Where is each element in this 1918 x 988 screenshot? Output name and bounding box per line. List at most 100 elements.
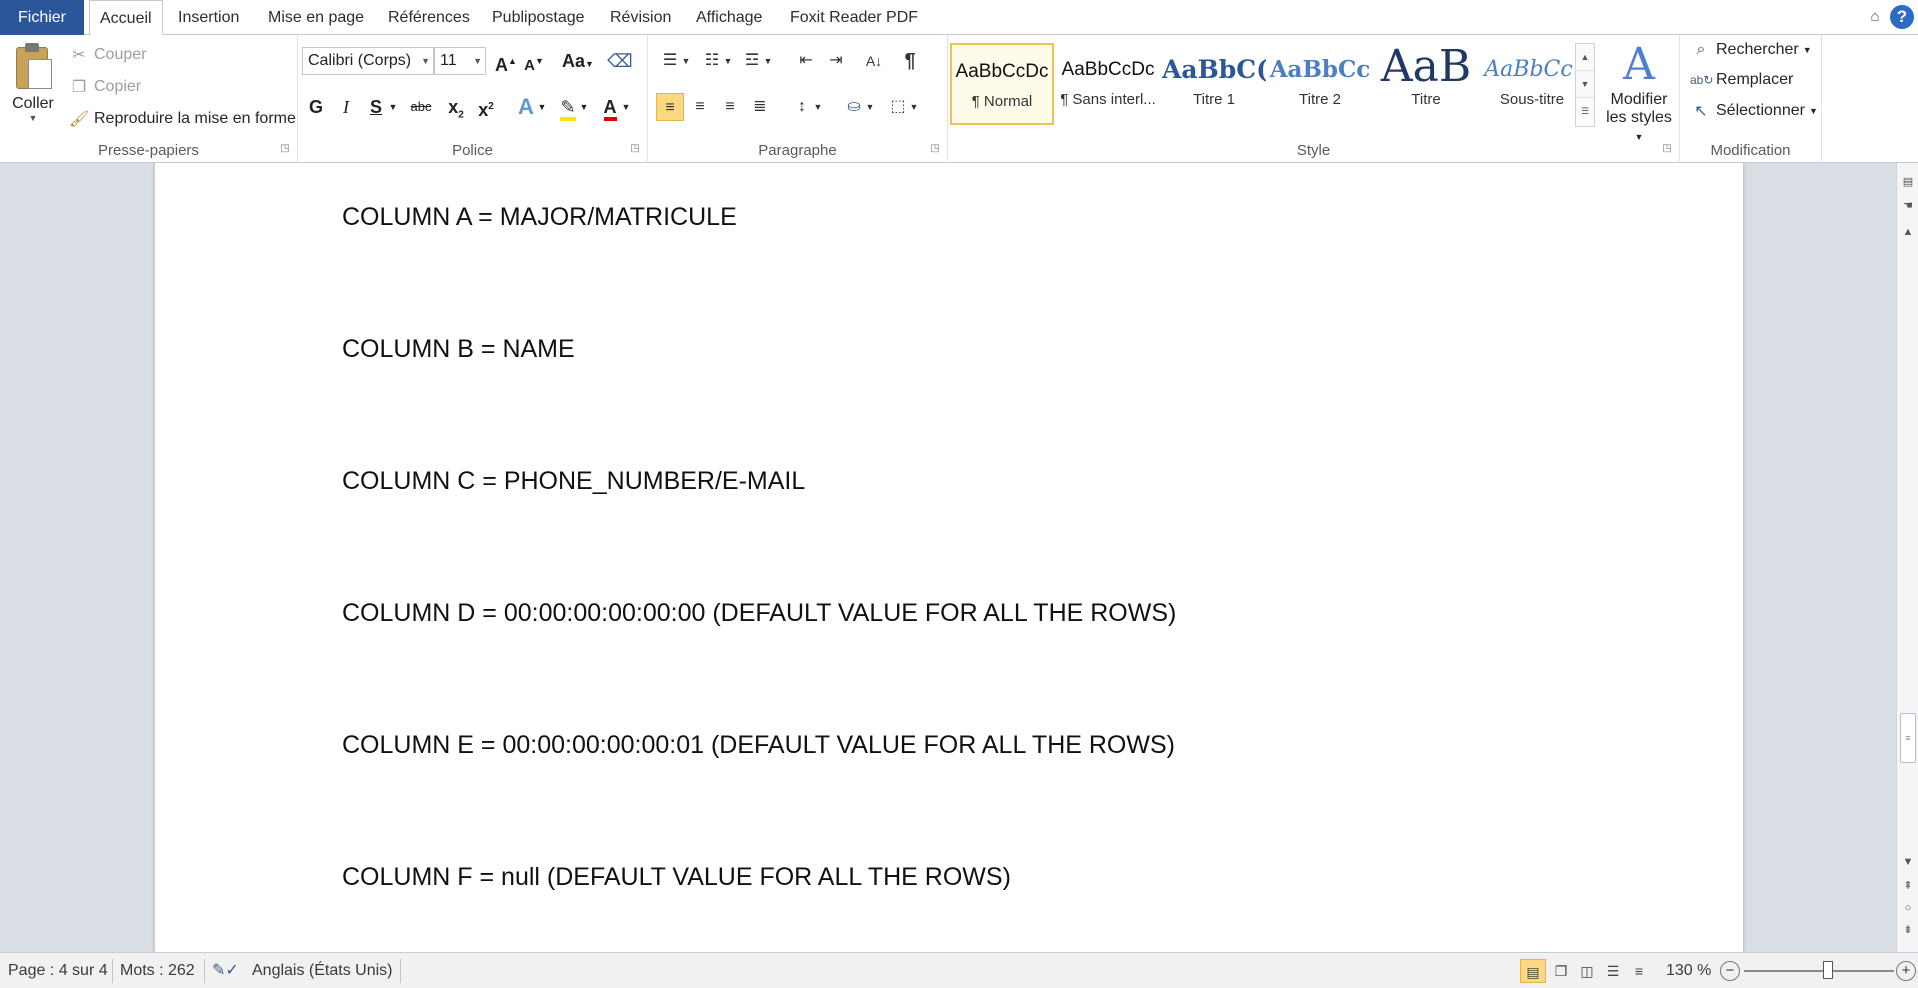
paragraph-column-f[interactable]: COLUMN F = null (DEFAULT VALUE FOR ALL T… <box>342 863 1011 892</box>
view-ruler-icon[interactable]: ▤ <box>1899 173 1917 191</box>
zoom-out-icon[interactable]: − <box>1720 961 1740 981</box>
print-layout-view-icon[interactable]: ▤ <box>1520 959 1546 983</box>
tab-home[interactable]: Accueil <box>89 0 163 36</box>
document-page[interactable]: COLUMN A = MAJOR/MATRICULE COLUMN B = NA… <box>154 163 1744 952</box>
word-counter[interactable]: Mots : 262 <box>114 953 201 988</box>
draft-view-icon[interactable]: ≡ <box>1626 959 1652 983</box>
change-case-button[interactable]: Aa▼ <box>560 47 596 75</box>
chevron-down-icon[interactable]: ▼ <box>386 93 400 121</box>
chevron-down-icon: ▼ <box>28 113 38 123</box>
select-button[interactable]: ↖ Sélectionner ▼ <box>1690 101 1818 121</box>
full-screen-reading-icon[interactable]: ❐ <box>1548 959 1574 983</box>
next-page-icon[interactable]: ⇟ <box>1899 921 1917 939</box>
help-icon[interactable]: ? <box>1890 5 1914 29</box>
tab-references[interactable]: Références <box>378 0 480 35</box>
style-heading-2[interactable]: AaBbCc Titre 2 <box>1268 43 1372 125</box>
increase-indent-icon[interactable]: ⇥ <box>822 47 850 75</box>
chevron-down-icon[interactable]: ▼ <box>722 47 734 75</box>
paragraph-column-d[interactable]: COLUMN D = 00:00:00:00:00:00 (DEFAULT VA… <box>342 599 1176 628</box>
page-counter[interactable]: Page : 4 sur 4 <box>2 953 114 988</box>
bold-button[interactable]: G <box>302 93 330 121</box>
align-right-icon[interactable]: ≡ <box>716 93 744 121</box>
browse-object-icon[interactable]: ○ <box>1899 899 1917 917</box>
clear-formatting-icon[interactable]: ⌫ <box>606 47 634 75</box>
zoom-slider-thumb[interactable] <box>1823 961 1833 979</box>
chevron-down-icon[interactable]: ▼ <box>536 93 548 121</box>
style-heading-1[interactable]: AaBbC( Titre 1 <box>1162 43 1266 125</box>
chevron-down-icon[interactable]: ▼ <box>1576 71 1594 98</box>
format-painter-label: Reproduire la mise en forme <box>94 110 296 127</box>
zoom-in-icon[interactable]: + <box>1896 961 1916 981</box>
grow-font-button[interactable]: A▲ <box>492 47 520 75</box>
font-name-value: Calibri (Corps) <box>308 52 412 69</box>
scroll-down-icon[interactable]: ▼ <box>1899 853 1917 871</box>
expand-gallery-icon[interactable]: ☰ <box>1576 98 1594 125</box>
chevron-down-icon: ▼ <box>1808 106 1818 116</box>
tab-mailings[interactable]: Publipostage <box>482 0 595 35</box>
chevron-down-icon[interactable]: ▼ <box>908 93 920 121</box>
justify-icon[interactable]: ≣ <box>746 93 774 121</box>
zoom-slider[interactable] <box>1744 970 1894 972</box>
pilcrow-icon[interactable]: ¶ <box>896 47 924 75</box>
web-layout-icon[interactable]: ◫ <box>1574 959 1600 983</box>
paste-button[interactable]: Coller ▼ <box>8 41 58 133</box>
chevron-down-icon[interactable]: ▼ <box>620 93 632 121</box>
proofing-icon[interactable]: ✎✓ <box>206 953 245 988</box>
tab-file[interactable]: Fichier <box>0 0 84 35</box>
paragraph-column-b[interactable]: COLUMN B = NAME <box>342 335 575 364</box>
strikethrough-button[interactable]: abc <box>404 93 438 121</box>
scroll-thumb[interactable]: ≡ <box>1900 713 1916 763</box>
previous-page-icon[interactable]: ⇞ <box>1899 877 1917 895</box>
replace-icon: ab↻ <box>1690 73 1714 87</box>
modify-styles-button[interactable]: A Modifier les styles ▼ <box>1600 39 1678 145</box>
subscript-button[interactable]: x2 <box>442 93 470 121</box>
paragraph-column-e[interactable]: COLUMN E = 00:00:00:00:00:01 (DEFAULT VA… <box>342 731 1175 760</box>
style-title[interactable]: AaB Titre <box>1374 43 1478 125</box>
copy-button[interactable]: ❐ Copier <box>68 77 141 97</box>
chevron-down-icon[interactable]: ▼ <box>762 47 774 75</box>
replace-button[interactable]: ab↻ Remplacer <box>1690 71 1793 89</box>
tab-view[interactable]: Affichage <box>686 0 772 35</box>
format-painter-button[interactable]: 🖌 Reproduire la mise en forme <box>68 109 296 129</box>
dialog-launcher-icon[interactable]: ◳ <box>629 143 641 155</box>
paragraph-column-a[interactable]: COLUMN A = MAJOR/MATRICULE <box>342 203 737 232</box>
shrink-font-button[interactable]: A▼ <box>520 47 548 75</box>
align-center-icon[interactable]: ≡ <box>686 93 714 121</box>
outline-view-icon[interactable]: ☰ <box>1600 959 1626 983</box>
language-indicator[interactable]: Anglais (États Unis) <box>246 953 399 988</box>
hand-icon[interactable]: ☚ <box>1899 197 1917 215</box>
copy-label: Copier <box>94 78 142 95</box>
tab-page-layout[interactable]: Mise en page <box>258 0 374 35</box>
paintbrush-icon: 🖌 <box>68 111 90 128</box>
tab-foxit-reader-pdf[interactable]: Foxit Reader PDF <box>780 0 928 35</box>
paste-label: Coller <box>12 95 54 112</box>
minimize-ribbon-icon[interactable]: ⌂ <box>1866 8 1884 26</box>
zoom-level[interactable]: 130 % <box>1660 953 1717 988</box>
font-size-select[interactable]: 11 ▼ <box>434 47 486 75</box>
chevron-down-icon[interactable]: ▼ <box>864 93 876 121</box>
cut-button[interactable]: ✂ Couper <box>68 45 146 65</box>
scroll-up-icon[interactable]: ▲ <box>1899 223 1917 241</box>
style-subtitle[interactable]: AaBbCc. Sous-titre <box>1480 43 1584 125</box>
tab-review[interactable]: Révision <box>600 0 681 35</box>
decrease-indent-icon[interactable]: ⇤ <box>792 47 820 75</box>
font-name-select[interactable]: Calibri (Corps) ▼ <box>302 47 434 75</box>
dialog-launcher-icon[interactable]: ◳ <box>929 143 941 155</box>
style-gallery-scroll[interactable]: ▲ ▼ ☰ <box>1575 43 1595 127</box>
vertical-scrollbar[interactable]: ▤ ☚ ▲ ≡ ▼ ⇞ ○ ⇟ <box>1896 163 1918 952</box>
paragraph-column-c[interactable]: COLUMN C = PHONE_NUMBER/E-MAIL <box>342 467 805 496</box>
style-no-spacing[interactable]: AaBbCcDc ¶ Sans interl... <box>1056 43 1160 125</box>
sort-icon[interactable]: A↓ <box>860 47 888 75</box>
chevron-down-icon[interactable]: ▼ <box>812 93 824 121</box>
style-normal[interactable]: AaBbCcDc ¶ Normal <box>950 43 1054 125</box>
dialog-launcher-icon[interactable]: ◳ <box>1661 143 1673 155</box>
dialog-launcher-icon[interactable]: ◳ <box>279 143 291 155</box>
italic-button[interactable]: I <box>332 93 360 121</box>
align-left-icon[interactable]: ≡ <box>656 93 684 121</box>
chevron-down-icon[interactable]: ▼ <box>680 47 692 75</box>
chevron-up-icon[interactable]: ▲ <box>1576 44 1594 71</box>
tab-insert[interactable]: Insertion <box>168 0 249 35</box>
find-button[interactable]: ⌕ Rechercher ▼ <box>1690 41 1812 59</box>
superscript-button[interactable]: x2 <box>472 93 500 121</box>
chevron-down-icon[interactable]: ▼ <box>578 93 590 121</box>
